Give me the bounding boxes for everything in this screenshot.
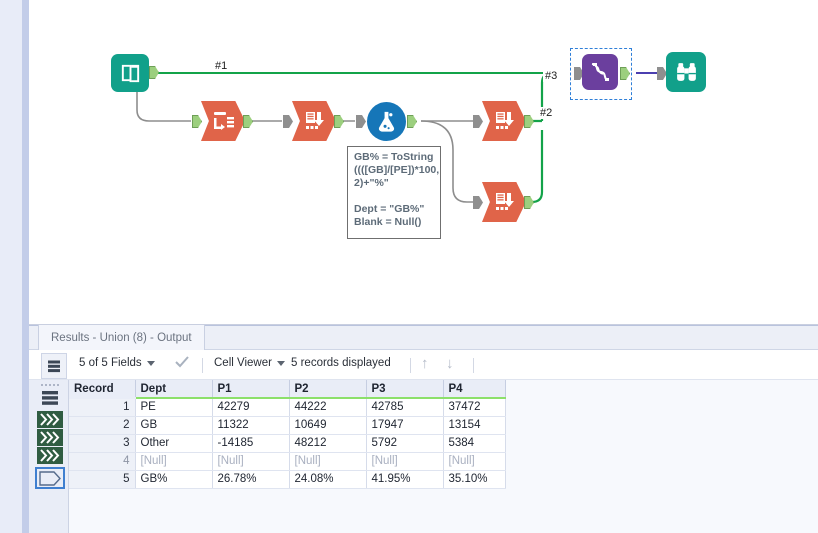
alteryx-designer-window: #1 #2 #3 GB% = ToString ((([GB]/[PE])*10… xyxy=(0,0,818,533)
workflow-canvas[interactable]: #1 #2 #3 GB% = ToString ((([GB]/[PE])*10… xyxy=(29,0,818,325)
container-marker-icon[interactable] xyxy=(35,467,65,489)
table-row[interactable]: 3 Other -14185 48212 5792 5384 xyxy=(69,434,506,453)
cell-viewer-label: Cell Viewer xyxy=(214,357,272,369)
cell-p2[interactable]: 48212 xyxy=(289,434,367,453)
cell-viewer-selector[interactable]: Cell Viewer xyxy=(214,357,285,369)
formula-tile[interactable] xyxy=(367,102,406,141)
container-icon xyxy=(39,470,61,486)
results-grid-gutter xyxy=(29,380,69,533)
chevron-down-icon[interactable] xyxy=(276,360,285,366)
cell-record: 5 xyxy=(69,470,136,489)
connection-label-1: #1 xyxy=(213,60,230,72)
cell-p2[interactable]: 10649 xyxy=(289,416,367,435)
chevrons-icon xyxy=(37,410,63,428)
fields-selector[interactable]: 5 of 5 Fields xyxy=(79,357,155,369)
cell-record: 4 xyxy=(69,452,136,471)
cell-p4[interactable]: 37472 xyxy=(443,398,506,417)
check-icon xyxy=(175,356,189,368)
column-header-p4[interactable]: P4 xyxy=(443,380,506,399)
cell-p1[interactable]: 42279 xyxy=(212,398,290,417)
grid-rows-icon xyxy=(48,360,60,373)
cell-record: 3 xyxy=(69,434,136,453)
left-rail-edge xyxy=(22,0,29,533)
record-marker-icon-2[interactable] xyxy=(37,428,63,446)
table-header-row: Record Dept P1 P2 P3 P4 xyxy=(69,380,506,399)
cell-p2[interactable]: 24.08% xyxy=(289,470,367,489)
binoculars-icon xyxy=(676,62,696,81)
book-icon xyxy=(121,64,139,82)
union-tile[interactable] xyxy=(582,54,618,90)
records-displayed-label: 5 records displayed xyxy=(291,357,391,369)
column-header-dept[interactable]: Dept xyxy=(135,380,213,399)
cell-p4[interactable]: 5384 xyxy=(443,434,506,453)
input-data-tile[interactable] xyxy=(111,54,149,92)
cell-p3[interactable]: 17947 xyxy=(366,416,444,435)
cell-p1[interactable]: 11322 xyxy=(212,416,290,435)
cell-p3[interactable]: 41.95% xyxy=(366,470,444,489)
formula-annotation[interactable]: GB% = ToString ((([GB]/[PE])*100, 2)+"%"… xyxy=(347,146,441,239)
cell-p1[interactable]: 26.78% xyxy=(212,470,290,489)
chevron-down-icon[interactable] xyxy=(146,360,155,366)
cell-p4[interactable]: 35.10% xyxy=(443,470,506,489)
column-header-p2[interactable]: P2 xyxy=(289,380,367,399)
cell-p1[interactable]: -14185 xyxy=(212,434,290,453)
browse-tile[interactable] xyxy=(666,52,706,92)
fields-check-button[interactable] xyxy=(174,354,190,370)
cell-p2[interactable]: [Null] xyxy=(289,452,367,471)
chevrons-icon xyxy=(37,446,63,464)
cell-dept[interactable]: GB xyxy=(135,416,213,435)
transpose-icon xyxy=(306,112,324,129)
cell-dept[interactable]: [Null] xyxy=(135,452,213,471)
rows-icon xyxy=(42,391,58,405)
toolbar-separator-2 xyxy=(410,358,411,373)
results-toolbar: 5 of 5 Fields Cell Viewer 5 records disp… xyxy=(29,350,818,380)
results-tab[interactable]: Results - Union (8) - Output xyxy=(38,325,205,350)
connection-label-3: #3 xyxy=(543,70,560,82)
connection-label-2: #2 xyxy=(538,107,555,119)
cell-p3[interactable]: 5792 xyxy=(366,434,444,453)
cell-dept[interactable]: PE xyxy=(135,398,213,417)
cell-p3[interactable]: 42785 xyxy=(366,398,444,417)
transpose-icon xyxy=(496,193,514,210)
cell-p3[interactable]: [Null] xyxy=(366,452,444,471)
union-icon xyxy=(591,63,609,81)
cell-record: 2 xyxy=(69,416,136,435)
scroll-up-button[interactable]: ↑ xyxy=(421,356,429,371)
record-marker-icon-1[interactable] xyxy=(37,410,63,428)
cell-p4[interactable]: 13154 xyxy=(443,416,506,435)
column-header-record[interactable]: Record xyxy=(69,380,136,399)
table-row[interactable]: 4 [Null] [Null] [Null] [Null] [Null] xyxy=(69,452,506,471)
toolbar-separator-3 xyxy=(473,358,474,373)
fields-label: 5 of 5 Fields xyxy=(79,357,142,369)
cell-dept[interactable]: GB% xyxy=(135,470,213,489)
scroll-down-button[interactable]: ↓ xyxy=(446,356,454,371)
gutter-rows-icon-holder xyxy=(37,390,63,406)
gutter-drag-handle[interactable] xyxy=(37,381,63,388)
left-rail xyxy=(0,0,22,533)
table-body: 1 PE 42279 44222 42785 37472 2 GB 11322 … xyxy=(69,398,506,489)
record-marker-icon-3[interactable] xyxy=(37,446,63,464)
table-row[interactable]: 1 PE 42279 44222 42785 37472 xyxy=(69,398,506,417)
cell-record: 1 xyxy=(69,398,136,417)
grid-view-button[interactable] xyxy=(41,353,67,379)
results-pane: Results - Union (8) - Output 5 of 5 Fiel… xyxy=(29,325,818,533)
chevrons-icon xyxy=(37,428,63,446)
cell-dept[interactable]: Other xyxy=(135,434,213,453)
table-row[interactable]: 5 GB% 26.78% 24.08% 41.95% 35.10% xyxy=(69,470,506,489)
results-table[interactable]: Record Dept P1 P2 P3 P4 1 PE 42279 44222… xyxy=(69,380,506,489)
toolbar-separator-1 xyxy=(202,358,203,373)
crosstab-icon xyxy=(214,112,234,130)
transpose-icon xyxy=(496,112,514,129)
table-row[interactable]: 2 GB 11322 10649 17947 13154 xyxy=(69,416,506,435)
flask-icon xyxy=(378,111,395,132)
cell-p1[interactable]: [Null] xyxy=(212,452,290,471)
column-header-p1[interactable]: P1 xyxy=(212,380,290,399)
cell-p4[interactable]: [Null] xyxy=(443,452,506,471)
cell-p2[interactable]: 44222 xyxy=(289,398,367,417)
column-header-p3[interactable]: P3 xyxy=(366,380,444,399)
